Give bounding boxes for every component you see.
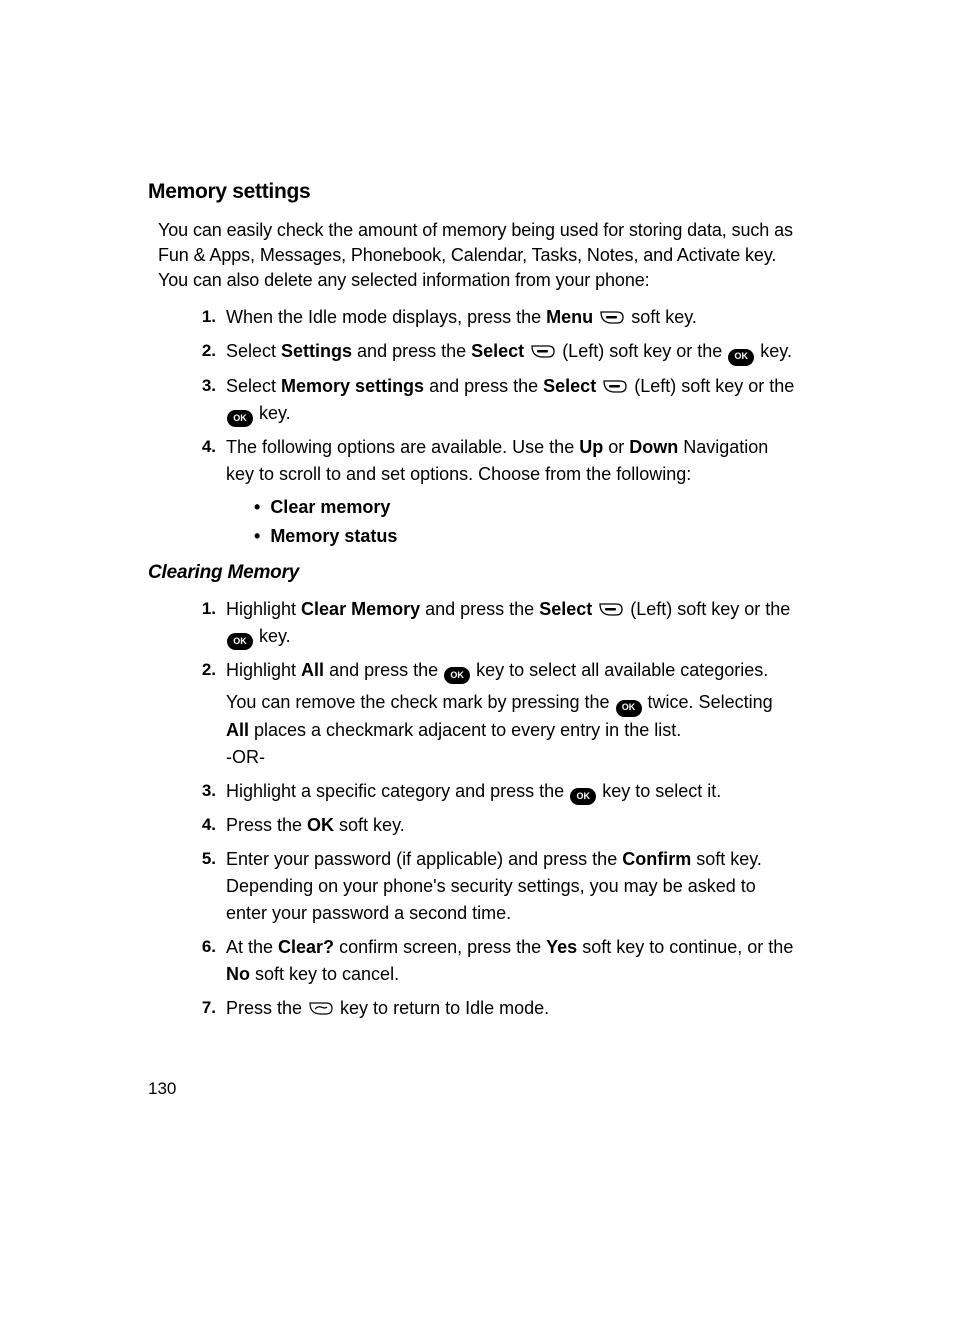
text: (Left) soft key or the bbox=[625, 599, 790, 619]
step-number: 4. bbox=[196, 434, 226, 552]
text: Select bbox=[226, 341, 281, 361]
ok-key-icon: OK bbox=[616, 700, 642, 717]
ok-key-icon: OK bbox=[728, 349, 754, 366]
bold-settings: Settings bbox=[281, 341, 352, 361]
text: key. bbox=[755, 341, 792, 361]
bold-ok: OK bbox=[307, 815, 334, 835]
bold-no: No bbox=[226, 964, 250, 984]
text: (Left) soft key or the bbox=[557, 341, 727, 361]
step-number: 3. bbox=[196, 373, 226, 427]
bold-select: Select bbox=[471, 341, 524, 361]
cm-step-4: 4. Press the OK soft key. bbox=[196, 812, 799, 839]
cm-step-7: 7. Press the key to return to Idle mode. bbox=[196, 995, 799, 1022]
cm-step-6: 6. At the Clear? confirm screen, press t… bbox=[196, 934, 799, 988]
cm-step-5: 5. Enter your password (if applicable) a… bbox=[196, 846, 799, 927]
text: Highlight a specific category and press … bbox=[226, 781, 569, 801]
text: Enter your password (if applicable) and … bbox=[226, 849, 622, 869]
cm-step-2: 2. Highlight All and press the OK key to… bbox=[196, 657, 799, 771]
step-number: 5. bbox=[196, 846, 226, 927]
softkey-icon bbox=[598, 602, 624, 617]
text: and press the bbox=[420, 599, 539, 619]
bullet-memory-status: Memory status bbox=[254, 523, 799, 550]
text: Press the bbox=[226, 815, 307, 835]
text-or: -OR- bbox=[226, 744, 799, 771]
softkey-icon bbox=[602, 379, 628, 394]
step-number: 4. bbox=[196, 812, 226, 839]
step-number: 2. bbox=[196, 338, 226, 365]
bold-up: Up bbox=[579, 437, 603, 457]
text: soft key to continue, or the bbox=[577, 937, 793, 957]
ok-key-icon: OK bbox=[227, 410, 253, 427]
text: twice. Selecting bbox=[643, 692, 773, 712]
softkey-icon bbox=[530, 344, 556, 359]
steps-list-1: 1. When the Idle mode displays, press th… bbox=[148, 304, 799, 552]
text: The following options are available. Use… bbox=[226, 437, 579, 457]
text: key. bbox=[254, 626, 291, 646]
bold-menu: Menu bbox=[546, 307, 593, 327]
steps-list-2: 1. Highlight Clear Memory and press the … bbox=[148, 596, 799, 1022]
heading-memory-settings: Memory settings bbox=[148, 180, 799, 204]
text: places a checkmark adjacent to every ent… bbox=[249, 720, 681, 740]
text: and press the bbox=[424, 376, 543, 396]
page-number: 130 bbox=[148, 1079, 176, 1099]
text: key. bbox=[254, 403, 291, 423]
text: You can remove the check mark by pressin… bbox=[226, 692, 615, 712]
bold-memory-settings: Memory settings bbox=[281, 376, 424, 396]
bold-clear-memory: Clear Memory bbox=[301, 599, 420, 619]
text: soft key to cancel. bbox=[250, 964, 399, 984]
ok-key-icon: OK bbox=[227, 633, 253, 650]
bold-clear: Clear? bbox=[278, 937, 334, 957]
step-number: 2. bbox=[196, 657, 226, 771]
text: When the Idle mode displays, press the bbox=[226, 307, 546, 327]
text: Highlight bbox=[226, 660, 301, 680]
text: or bbox=[603, 437, 629, 457]
bold-select: Select bbox=[543, 376, 596, 396]
text: key to select it. bbox=[597, 781, 721, 801]
bold-yes: Yes bbox=[546, 937, 577, 957]
text: soft key. bbox=[334, 815, 405, 835]
text: At the bbox=[226, 937, 278, 957]
intro-paragraph: You can easily check the amount of memor… bbox=[148, 218, 799, 292]
text: soft key. bbox=[626, 307, 697, 327]
text: and press the bbox=[352, 341, 471, 361]
ok-key-icon: OK bbox=[444, 667, 470, 684]
end-key-icon bbox=[308, 1000, 334, 1017]
text: key to return to Idle mode. bbox=[335, 998, 549, 1018]
bold-down: Down bbox=[629, 437, 678, 457]
text: (Left) soft key or the bbox=[629, 376, 794, 396]
text: Select bbox=[226, 376, 281, 396]
cm-step-3: 3. Highlight a specific category and pre… bbox=[196, 778, 799, 805]
step-number: 6. bbox=[196, 934, 226, 988]
step-number: 1. bbox=[196, 304, 226, 331]
bold-select: Select bbox=[539, 599, 592, 619]
text: Highlight bbox=[226, 599, 301, 619]
step-number: 7. bbox=[196, 995, 226, 1022]
text: Press the bbox=[226, 998, 307, 1018]
cm-step-1: 1. Highlight Clear Memory and press the … bbox=[196, 596, 799, 650]
text: confirm screen, press the bbox=[334, 937, 546, 957]
step-3: 3. Select Memory settings and press the … bbox=[196, 373, 799, 427]
bold-all: All bbox=[226, 720, 249, 740]
text: Memory status bbox=[270, 523, 397, 550]
heading-clearing-memory: Clearing Memory bbox=[148, 562, 799, 584]
bold-all: All bbox=[301, 660, 324, 680]
sub-bullets: Clear memory Memory status bbox=[226, 494, 799, 550]
step-1: 1. When the Idle mode displays, press th… bbox=[196, 304, 799, 331]
step-number: 3. bbox=[196, 778, 226, 805]
step-4: 4. The following options are available. … bbox=[196, 434, 799, 552]
text: key to select all available categories. bbox=[471, 660, 768, 680]
text: and press the bbox=[324, 660, 443, 680]
softkey-icon bbox=[599, 310, 625, 325]
bullet-clear-memory: Clear memory bbox=[254, 494, 799, 521]
ok-key-icon: OK bbox=[570, 788, 596, 805]
text: Clear memory bbox=[270, 494, 390, 521]
bold-confirm: Confirm bbox=[622, 849, 691, 869]
step-2: 2. Select Settings and press the Select … bbox=[196, 338, 799, 365]
step-number: 1. bbox=[196, 596, 226, 650]
